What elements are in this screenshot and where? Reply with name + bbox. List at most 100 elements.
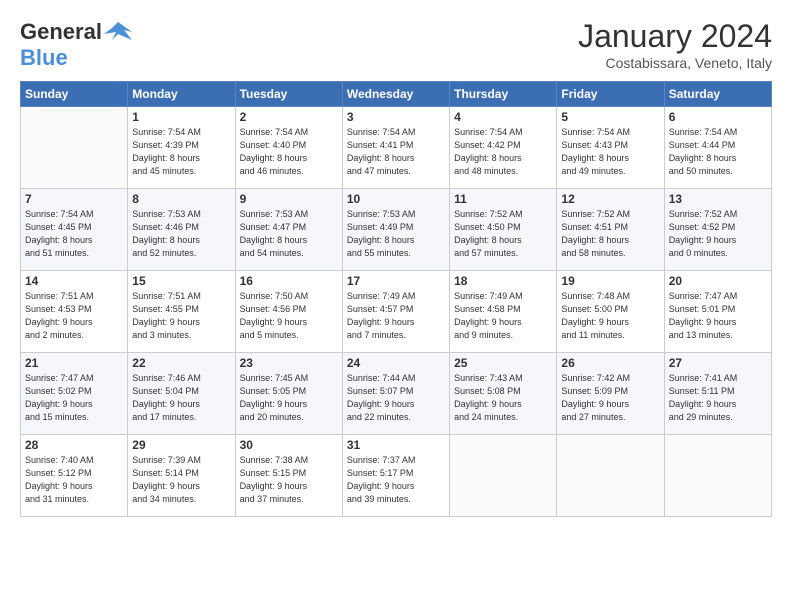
day-number: 27	[669, 356, 767, 370]
day-cell: 8 Sunrise: 7:53 AM Sunset: 4:46 PM Daylig…	[128, 189, 235, 271]
day-header-thursday: Thursday	[450, 82, 557, 107]
day-cell	[21, 107, 128, 189]
day-cell: 14Sunrise: 7:51 AM Sunset: 4:53 PM Dayli…	[21, 271, 128, 353]
day-info: Sunrise: 7:38 AM Sunset: 5:15 PM Dayligh…	[240, 454, 338, 506]
day-number: 15	[132, 274, 230, 288]
day-cell: 6Sunrise: 7:54 AM Sunset: 4:44 PM Daylig…	[664, 107, 771, 189]
day-info: Sunrise: 7:48 AM Sunset: 5:00 PM Dayligh…	[561, 290, 659, 342]
title-block: January 2024 Costabissara, Veneto, Italy	[578, 18, 772, 71]
week-row-2: 7 Sunrise: 7:54 AM Sunset: 4:45 PM Daylig…	[21, 189, 772, 271]
day-info: Sunrise: 7:37 AM Sunset: 5:17 PM Dayligh…	[347, 454, 445, 506]
day-number: 7	[25, 192, 123, 206]
day-header-sunday: Sunday	[21, 82, 128, 107]
day-cell: 20 Sunrise: 7:47 AM Sunset: 5:01 PM Dayli…	[664, 271, 771, 353]
header: General Blue January 2024 Costabissara, …	[20, 18, 772, 71]
day-info: Sunrise: 7:54 AM Sunset: 4:43 PM Dayligh…	[561, 126, 659, 178]
day-header-friday: Friday	[557, 82, 664, 107]
day-number: 2	[240, 110, 338, 124]
day-number: 19	[561, 274, 659, 288]
day-info: Sunrise: 7:54 AM Sunset: 4:45 PM Dayligh…	[25, 208, 123, 260]
day-info: Sunrise: 7:44 AM Sunset: 5:07 PM Dayligh…	[347, 372, 445, 424]
day-info: Sunrise: 7:47 AM Sunset: 5:01 PM Dayligh…	[669, 290, 767, 342]
day-cell: 30 Sunrise: 7:38 AM Sunset: 5:15 PM Dayli…	[235, 435, 342, 517]
day-info: Sunrise: 7:52 AM Sunset: 4:52 PM Dayligh…	[669, 208, 767, 260]
day-cell: 4 Sunrise: 7:54 AM Sunset: 4:42 PM Daylig…	[450, 107, 557, 189]
day-info: Sunrise: 7:51 AM Sunset: 4:55 PM Dayligh…	[132, 290, 230, 342]
day-cell: 25 Sunrise: 7:43 AM Sunset: 5:08 PM Dayli…	[450, 353, 557, 435]
day-cell: 5 Sunrise: 7:54 AM Sunset: 4:43 PM Daylig…	[557, 107, 664, 189]
logo-text: General	[20, 20, 102, 44]
day-number: 11	[454, 192, 552, 206]
day-number: 28	[25, 438, 123, 452]
day-header-tuesday: Tuesday	[235, 82, 342, 107]
day-cell: 21 Sunrise: 7:47 AM Sunset: 5:02 PM Dayli…	[21, 353, 128, 435]
day-info: Sunrise: 7:51 AM Sunset: 4:53 PM Dayligh…	[25, 290, 123, 342]
day-number: 3	[347, 110, 445, 124]
day-header-monday: Monday	[128, 82, 235, 107]
day-info: Sunrise: 7:54 AM Sunset: 4:42 PM Dayligh…	[454, 126, 552, 178]
week-row-5: 28 Sunrise: 7:40 AM Sunset: 5:12 PM Dayli…	[21, 435, 772, 517]
day-info: Sunrise: 7:52 AM Sunset: 4:51 PM Dayligh…	[561, 208, 659, 260]
day-cell: 12 Sunrise: 7:52 AM Sunset: 4:51 PM Dayli…	[557, 189, 664, 271]
day-cell: 17 Sunrise: 7:49 AM Sunset: 4:57 PM Dayli…	[342, 271, 449, 353]
day-info: Sunrise: 7:42 AM Sunset: 5:09 PM Dayligh…	[561, 372, 659, 424]
day-info: Sunrise: 7:39 AM Sunset: 5:14 PM Dayligh…	[132, 454, 230, 506]
day-info: Sunrise: 7:53 AM Sunset: 4:46 PM Dayligh…	[132, 208, 230, 260]
day-cell: 16Sunrise: 7:50 AM Sunset: 4:56 PM Dayli…	[235, 271, 342, 353]
day-cell: 10 Sunrise: 7:53 AM Sunset: 4:49 PM Dayli…	[342, 189, 449, 271]
day-number: 29	[132, 438, 230, 452]
logo-blue-text: Blue	[20, 45, 68, 70]
day-info: Sunrise: 7:40 AM Sunset: 5:12 PM Dayligh…	[25, 454, 123, 506]
month-title: January 2024	[578, 18, 772, 55]
day-cell: 7 Sunrise: 7:54 AM Sunset: 4:45 PM Daylig…	[21, 189, 128, 271]
day-number: 10	[347, 192, 445, 206]
day-number: 16	[240, 274, 338, 288]
day-number: 9	[240, 192, 338, 206]
day-number: 24	[347, 356, 445, 370]
day-cell: 11 Sunrise: 7:52 AM Sunset: 4:50 PM Dayli…	[450, 189, 557, 271]
day-number: 25	[454, 356, 552, 370]
day-info: Sunrise: 7:54 AM Sunset: 4:40 PM Dayligh…	[240, 126, 338, 178]
day-number: 23	[240, 356, 338, 370]
day-number: 20	[669, 274, 767, 288]
day-cell: 23 Sunrise: 7:45 AM Sunset: 5:05 PM Dayli…	[235, 353, 342, 435]
week-row-4: 21 Sunrise: 7:47 AM Sunset: 5:02 PM Dayli…	[21, 353, 772, 435]
day-cell: 22Sunrise: 7:46 AM Sunset: 5:04 PM Dayli…	[128, 353, 235, 435]
day-info: Sunrise: 7:53 AM Sunset: 4:47 PM Dayligh…	[240, 208, 338, 260]
day-number: 31	[347, 438, 445, 452]
logo-bird-icon	[104, 18, 132, 46]
day-info: Sunrise: 7:41 AM Sunset: 5:11 PM Dayligh…	[669, 372, 767, 424]
day-number: 6	[669, 110, 767, 124]
day-header-wednesday: Wednesday	[342, 82, 449, 107]
day-info: Sunrise: 7:45 AM Sunset: 5:05 PM Dayligh…	[240, 372, 338, 424]
day-number: 18	[454, 274, 552, 288]
day-info: Sunrise: 7:49 AM Sunset: 4:57 PM Dayligh…	[347, 290, 445, 342]
day-cell: 31 Sunrise: 7:37 AM Sunset: 5:17 PM Dayli…	[342, 435, 449, 517]
day-number: 5	[561, 110, 659, 124]
day-cell: 3Sunrise: 7:54 AM Sunset: 4:41 PM Daylig…	[342, 107, 449, 189]
day-number: 4	[454, 110, 552, 124]
week-row-3: 14Sunrise: 7:51 AM Sunset: 4:53 PM Dayli…	[21, 271, 772, 353]
location-subtitle: Costabissara, Veneto, Italy	[578, 55, 772, 71]
page: General Blue January 2024 Costabissara, …	[0, 0, 792, 612]
header-row: SundayMondayTuesdayWednesdayThursdayFrid…	[21, 82, 772, 107]
day-number: 21	[25, 356, 123, 370]
day-info: Sunrise: 7:46 AM Sunset: 5:04 PM Dayligh…	[132, 372, 230, 424]
day-header-saturday: Saturday	[664, 82, 771, 107]
day-cell: 19 Sunrise: 7:48 AM Sunset: 5:00 PM Dayli…	[557, 271, 664, 353]
day-info: Sunrise: 7:53 AM Sunset: 4:49 PM Dayligh…	[347, 208, 445, 260]
day-info: Sunrise: 7:54 AM Sunset: 4:39 PM Dayligh…	[132, 126, 230, 178]
day-number: 17	[347, 274, 445, 288]
day-cell	[664, 435, 771, 517]
day-cell: 9 Sunrise: 7:53 AM Sunset: 4:47 PM Daylig…	[235, 189, 342, 271]
day-info: Sunrise: 7:47 AM Sunset: 5:02 PM Dayligh…	[25, 372, 123, 424]
day-number: 30	[240, 438, 338, 452]
day-cell: 13Sunrise: 7:52 AM Sunset: 4:52 PM Dayli…	[664, 189, 771, 271]
day-number: 12	[561, 192, 659, 206]
day-info: Sunrise: 7:43 AM Sunset: 5:08 PM Dayligh…	[454, 372, 552, 424]
week-row-1: 1 Sunrise: 7:54 AM Sunset: 4:39 PM Daylig…	[21, 107, 772, 189]
day-info: Sunrise: 7:52 AM Sunset: 4:50 PM Dayligh…	[454, 208, 552, 260]
day-number: 8	[132, 192, 230, 206]
calendar-table: SundayMondayTuesdayWednesdayThursdayFrid…	[20, 81, 772, 517]
day-number: 1	[132, 110, 230, 124]
